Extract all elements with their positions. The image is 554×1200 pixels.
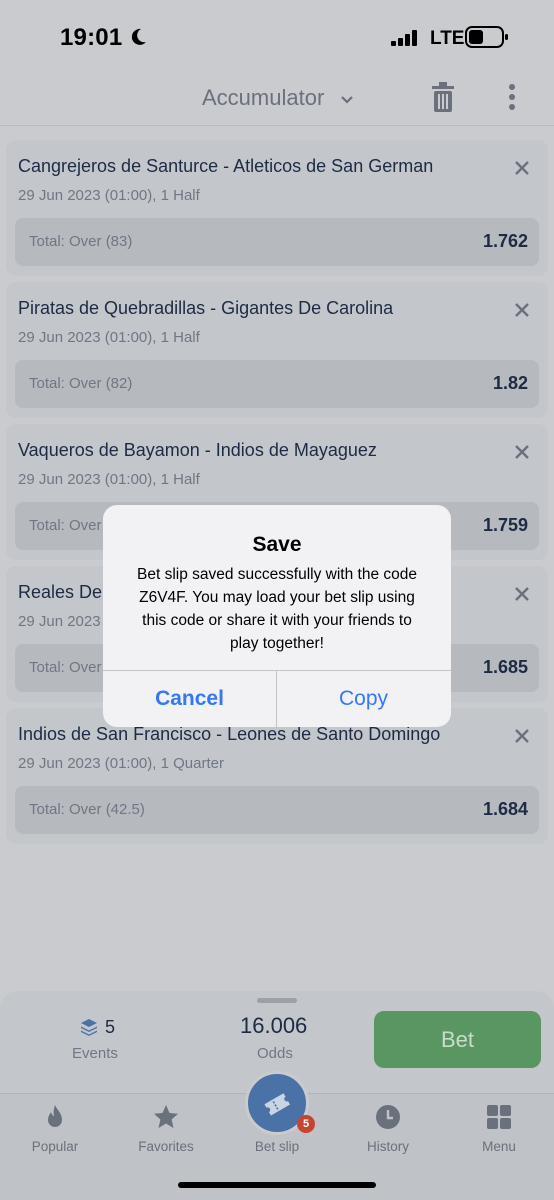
tab-label: Favorites [138,1139,194,1154]
tab-label: Popular [31,1139,79,1154]
bet-card[interactable]: Piratas de Quebradillas - Gigantes De Ca… [6,282,548,418]
market-label: Total: Over (42.5) [29,801,145,818]
chevron-down-icon[interactable] [340,93,354,107]
odd-value: 1.684 [482,799,528,819]
match-date: 29 Jun 2023 (01:00), 1 Half [18,471,200,488]
match-title: Cangrejeros de Santurce - Atleticos de S… [18,156,434,176]
copy-button[interactable]: Copy [277,671,450,727]
events-count: 5 [105,1017,116,1037]
tab-favorites[interactable]: Favorites [111,1094,221,1174]
match-title: Vaqueros de Bayamon - Indios de Mayaguez [18,440,377,460]
betslip-count-badge: 5 [297,1115,315,1133]
bet-card[interactable]: Indios de San Francisco - Leones de Sant… [6,708,548,844]
match-date: 29 Jun 2023 (01:00), 1 Half [18,329,200,346]
tab-label: Bet slip [254,1139,300,1154]
dialog-message: Bet slip saved successfully with the cod… [137,566,417,652]
market-row: Total: Over (83) 1.762 [15,218,539,266]
tab-label: History [366,1139,409,1154]
odd-value: 1.685 [482,657,528,677]
market-label: Total: Over (83) [29,233,133,250]
market-row: Total: Over (42.5) 1.684 [15,786,539,834]
close-icon[interactable] [514,728,530,744]
layers-icon [81,1019,97,1036]
ticket-icon [264,1093,291,1116]
odd-value: 1.82 [492,373,528,393]
tab-menu[interactable]: Menu [444,1094,554,1174]
close-icon[interactable] [514,302,530,318]
grid-icon [487,1105,511,1129]
market-label: Total: Over [29,659,102,676]
tab-popular[interactable]: Popular [0,1094,110,1174]
total-odds: 16.006 [240,1013,308,1038]
battery-icon [465,26,508,48]
save-dialog: Save Bet slip saved successfully with th… [103,505,451,727]
odds-label: Odds [257,1045,293,1062]
moon-icon [131,28,146,45]
flame-icon [48,1105,62,1127]
app-header: Accumulator [0,76,554,126]
match-date: 29 Jun 2023 (01:00), 1 Half [18,187,200,204]
status-bar: 19:01 LTE [0,0,554,76]
close-icon[interactable] [514,444,530,460]
odd-value: 1.759 [482,515,528,535]
close-icon[interactable] [514,586,530,602]
market-label: Total: Over (82) [29,375,133,392]
events-label: Events [72,1045,118,1062]
match-title: Piratas de Quebradillas - Gigantes De Ca… [18,298,394,318]
match-date: 29 Jun 2023 (01:00), 1 Quarter [18,755,224,772]
more-options-icon[interactable] [502,82,522,112]
clock-icon [376,1105,400,1129]
dialog-title: Save [252,533,302,556]
star-icon [154,1105,178,1128]
match-date: 29 Jun 2023 [18,613,101,630]
page-title[interactable]: Accumulator [202,85,324,111]
signal-icon [391,30,417,46]
close-icon[interactable] [514,160,530,176]
tab-label: Menu [482,1139,516,1154]
match-title: Indios de San Francisco - Leones de Sant… [18,724,441,744]
bet-card[interactable]: Cangrejeros de Santurce - Atleticos de S… [6,140,548,276]
cancel-button[interactable]: Cancel [103,671,276,727]
bet-button[interactable]: Bet [374,1011,541,1068]
status-time: 19:01 [60,24,123,51]
network-label: LTE [430,28,465,49]
market-row: Total: Over (82) 1.82 [15,360,539,408]
tab-history[interactable]: History [333,1094,443,1174]
trash-icon[interactable] [431,82,455,112]
odd-value: 1.762 [482,231,528,251]
home-indicator [178,1182,376,1188]
market-label: Total: Over [29,517,102,534]
match-title: Reales De [18,582,103,602]
drag-handle[interactable] [257,998,297,1003]
